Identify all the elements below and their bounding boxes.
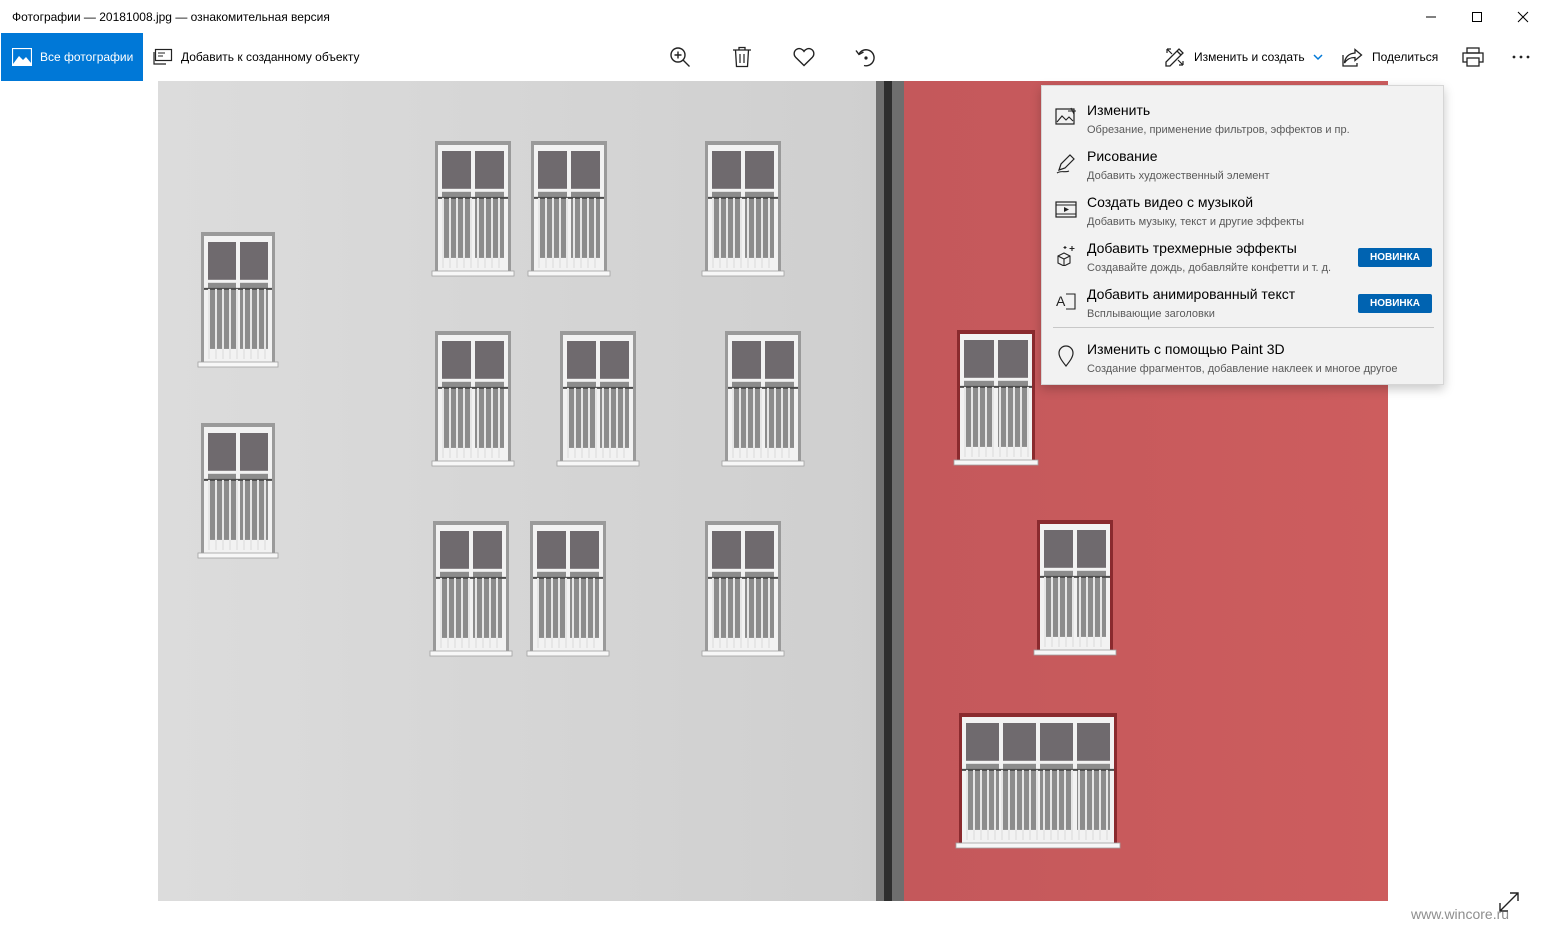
rotate-icon <box>855 49 875 67</box>
menu-item-subtitle: Добавить художественный элемент <box>1087 170 1270 182</box>
animated-text-icon: A <box>1054 289 1078 313</box>
paint3d-icon <box>1054 344 1078 368</box>
menu-divider <box>1053 327 1434 328</box>
building-window <box>197 423 279 559</box>
share-icon <box>1342 47 1363 67</box>
menu-item-subtitle: Обрезание, применение фильтров, эффектов… <box>1087 124 1350 136</box>
delete-button[interactable] <box>729 44 755 70</box>
more-icon <box>1512 55 1530 59</box>
new-badge: НОВИНКА <box>1358 294 1432 313</box>
building-window <box>431 141 515 277</box>
minimize-button[interactable] <box>1408 0 1454 33</box>
more-button[interactable] <box>1508 44 1534 70</box>
menu-item-draw[interactable]: Рисование Добавить художественный элемен… <box>1042 141 1443 187</box>
building-window <box>197 232 279 368</box>
menu-item-title: Добавить трехмерные эффекты <box>1087 240 1297 256</box>
zoom-button[interactable] <box>667 44 693 70</box>
building-window <box>701 521 785 657</box>
menu-item-title: Рисование <box>1087 148 1158 164</box>
menu-item-title: Изменить <box>1087 102 1151 118</box>
edit-create-menu: Изменить Обрезание, применение фильтров,… <box>1041 85 1444 385</box>
menu-item-paint3d[interactable]: Изменить с помощью Paint 3D Создание фра… <box>1042 334 1443 380</box>
building-window <box>953 330 1039 466</box>
building-window <box>721 331 805 467</box>
building-window <box>556 331 640 467</box>
drainpipe <box>884 81 892 901</box>
zoom-in-icon <box>670 47 690 67</box>
edit-create-label: Изменить и создать <box>1194 50 1305 64</box>
building-window <box>526 521 610 657</box>
rotate-button[interactable] <box>853 44 879 70</box>
new-badge: НОВИНКА <box>1358 248 1432 267</box>
add-to-creation-label: Добавить к созданному объекту <box>181 50 360 64</box>
menu-item-subtitle: Добавить музыку, текст и другие эффекты <box>1087 216 1304 228</box>
watermark: www.wincore.ru <box>1411 906 1510 922</box>
maximize-button[interactable] <box>1454 0 1500 33</box>
print-icon <box>1462 47 1484 67</box>
menu-item-video[interactable]: Создать видео с музыкой Добавить музыку,… <box>1042 187 1443 233</box>
favorite-icon <box>793 47 815 67</box>
pen-icon <box>1054 151 1078 175</box>
building-window <box>431 331 515 467</box>
svg-text:A: A <box>1056 293 1066 309</box>
close-button[interactable] <box>1500 0 1546 33</box>
menu-item-title: Изменить с помощью Paint 3D <box>1087 341 1285 357</box>
menu-item-title: Добавить анимированный текст <box>1087 286 1296 302</box>
menu-item-3d-effects[interactable]: Добавить трехмерные эффекты Создавайте д… <box>1042 233 1443 279</box>
building-window <box>429 521 513 657</box>
building-window <box>527 141 611 277</box>
edit-create-button[interactable]: Изменить и создать <box>1164 33 1323 81</box>
video-icon <box>1054 197 1078 221</box>
building-window <box>701 141 785 277</box>
menu-item-animated-text[interactable]: A Добавить анимированный текст Всплывающ… <box>1042 279 1443 325</box>
all-photos-button[interactable]: Все фотографии <box>1 33 143 81</box>
menu-item-title: Создать видео с музыкой <box>1087 194 1254 210</box>
minimize-icon <box>1426 16 1436 17</box>
toolbar: Все фотографии Добавить к созданному объ… <box>0 33 1546 81</box>
share-button[interactable]: Поделиться <box>1342 33 1438 81</box>
window-title: Фотографии — 20181008.jpg — ознакомитель… <box>12 10 330 24</box>
menu-item-edit[interactable]: Изменить Обрезание, применение фильтров,… <box>1042 95 1443 141</box>
print-button[interactable] <box>1460 44 1486 70</box>
favorite-button[interactable] <box>791 44 817 70</box>
maximize-icon <box>1472 11 1482 22</box>
close-icon <box>1517 11 1529 22</box>
menu-item-subtitle: Создание фрагментов, добавление наклеек … <box>1087 363 1398 375</box>
add-to-creation-button[interactable]: Добавить к созданному объекту <box>153 33 360 81</box>
delete-icon <box>733 46 751 68</box>
chevron-down-icon <box>1313 54 1323 61</box>
photo-gallery-icon <box>12 48 32 66</box>
3d-effects-icon <box>1054 243 1078 267</box>
building-window <box>955 713 1121 849</box>
all-photos-label: Все фотографии <box>40 50 134 64</box>
menu-item-subtitle: Создавайте дождь, добавляйте конфетти и … <box>1087 262 1332 274</box>
share-label: Поделиться <box>1372 50 1439 64</box>
building-window <box>1033 520 1117 656</box>
title-bar: Фотографии — 20181008.jpg — ознакомитель… <box>0 0 1546 33</box>
add-to-creation-icon <box>153 48 173 65</box>
menu-item-subtitle: Всплывающие заголовки <box>1087 308 1215 320</box>
edit-create-icon <box>1165 48 1184 67</box>
edit-image-icon <box>1054 105 1078 129</box>
